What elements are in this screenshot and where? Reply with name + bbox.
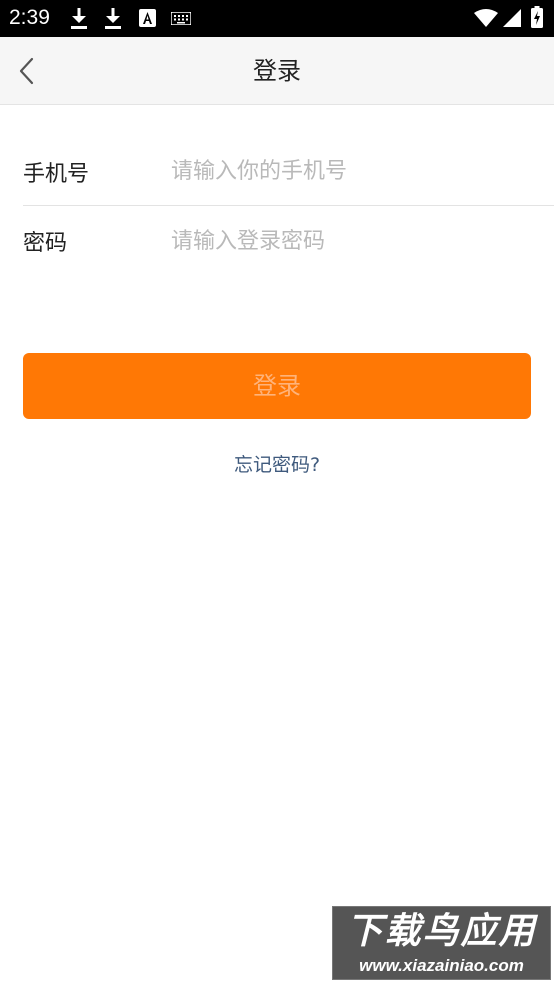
download-icon xyxy=(71,8,87,29)
watermark-url: www.xiazainiao.com xyxy=(359,956,524,975)
login-button[interactable]: 登录 xyxy=(23,353,531,419)
watermark-logo: 下载鸟应用 www.xiazainiao.com xyxy=(332,906,551,980)
wifi-icon xyxy=(474,9,498,27)
forgot-password-link[interactable]: 忘记密码? xyxy=(0,450,554,477)
text-a-icon xyxy=(139,9,156,27)
phone-label: 手机号 xyxy=(23,161,90,187)
phone-row: 手机号 xyxy=(23,138,554,206)
password-input[interactable] xyxy=(171,221,554,261)
watermark-title: 下载鸟应用 xyxy=(346,911,537,952)
title-bar: 登录 xyxy=(0,37,554,105)
status-time: 2:39 xyxy=(9,6,50,29)
phone-input[interactable] xyxy=(171,151,554,192)
password-row: 密码 xyxy=(23,207,554,275)
battery-charging-icon xyxy=(531,6,543,28)
status-bar: 2:39 xyxy=(0,0,554,37)
download-icon xyxy=(105,8,121,29)
login-screen: 2:39 登录 手机号 请输入你的手机号 密码 登录 忘记密码? 下载鸟应用 w… xyxy=(0,0,554,984)
password-label: 密码 xyxy=(23,231,68,256)
keyboard-icon xyxy=(171,12,191,25)
cellular-signal-icon xyxy=(503,9,521,27)
page-title: 登录 xyxy=(253,57,301,85)
